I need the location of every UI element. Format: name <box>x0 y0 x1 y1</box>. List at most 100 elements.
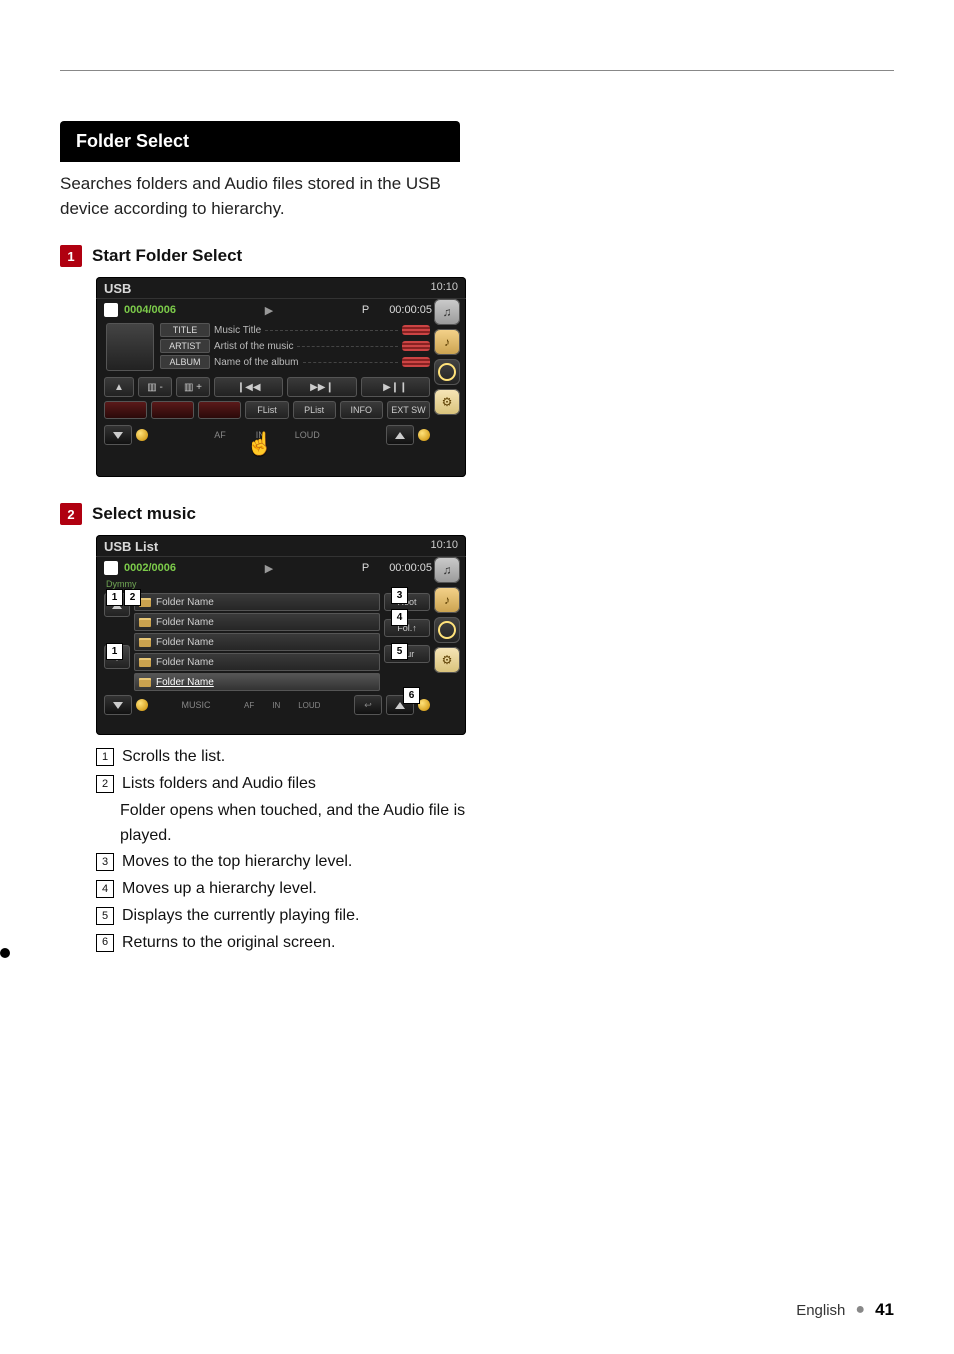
track-index: 0004/0006 <box>124 304 176 316</box>
list-item-selected[interactable]: Folder Name <box>134 673 380 691</box>
folder-plus-button[interactable]: ▥ + <box>176 377 210 397</box>
page-up-button[interactable] <box>386 425 414 445</box>
p-label: P <box>362 562 369 574</box>
callout-4: 4 <box>391 609 408 626</box>
section-description: Searches folders and Audio files stored … <box>60 172 490 221</box>
callout-1: 1 <box>106 589 123 606</box>
transport-row: ▲ ▥ - ▥ + ❙◀◀ ▶▶❙ ▶❙❙ <box>96 373 466 399</box>
info-button[interactable]: INFO <box>340 401 383 419</box>
list-item[interactable]: Folder Name <box>134 633 380 651</box>
side-icon-2[interactable]: ♪ <box>434 329 460 355</box>
step-2-title: Select music <box>92 504 196 524</box>
eject-button[interactable]: ▲ <box>104 377 134 397</box>
wave-icon <box>402 325 430 335</box>
aux-slot-3[interactable] <box>198 401 241 419</box>
in-label: IN <box>272 701 280 710</box>
plist-button[interactable]: PList <box>293 401 336 419</box>
callout-5: 5 <box>391 643 408 660</box>
music-label: MUSIC <box>182 700 211 710</box>
list-item[interactable]: Folder Name <box>134 653 380 671</box>
legend-text-6: Returns to the original screen. <box>122 931 490 956</box>
meta-area: TITLEMusic Title ARTISTArtist of the mus… <box>96 321 466 373</box>
track-info-bar: 0002/0006 ▶ P 00:00:05 <box>96 557 466 579</box>
legend: 1Scrolls the list. 2Lists folders and Au… <box>96 745 490 955</box>
screenshot-usb-list: 10:10 ♫ ♪ ⚙ USB List 0002/0006 ▶ P 00:00… <box>96 535 466 735</box>
aux-slot-1[interactable] <box>104 401 147 419</box>
step-2-number: 2 <box>60 503 82 525</box>
play-icon: ▶ <box>265 562 273 575</box>
device-icon <box>104 303 118 317</box>
side-icon-4[interactable]: ⚙ <box>434 389 460 415</box>
track-info-bar: 0004/0006 ▶ P 00:00:05 <box>96 299 466 321</box>
callout-6: 6 <box>403 687 420 704</box>
wave-icon <box>402 357 430 367</box>
af-label: AF <box>244 701 254 710</box>
legend-text-3: Moves to the top hierarchy level. <box>122 850 490 875</box>
time-label: 00:00:05 <box>389 562 432 574</box>
footer-page-number: 41 <box>875 1300 894 1320</box>
legend-text-2b: Folder opens when touched, and the Audio… <box>120 799 490 849</box>
breadcrumb: Dymmy <box>96 579 466 591</box>
legend-num-4: 4 <box>96 880 114 898</box>
wave-icon <box>402 341 430 351</box>
folder-icon <box>139 678 151 687</box>
screenshot-usb: 10:10 ♫ ♪ ⚙ USB 0004/0006 ▶ P 00:00:05 <box>96 277 466 477</box>
artist-text: Artist of the music <box>214 341 293 352</box>
page-down-button[interactable] <box>104 425 132 445</box>
list-item[interactable]: Folder Name <box>134 593 380 611</box>
section-title: Folder Select <box>60 121 460 162</box>
side-icon-3[interactable] <box>434 359 460 385</box>
next-track-button[interactable]: ▶▶❙ <box>287 377 356 397</box>
callout-2: 2 <box>124 589 141 606</box>
aux-slot-2[interactable] <box>151 401 194 419</box>
legend-text-5: Displays the currently playing file. <box>122 904 490 929</box>
margin-dot <box>0 948 10 958</box>
folder-icon <box>139 658 151 667</box>
folder-list: Folder Name Folder Name Folder Name Fold… <box>134 593 380 691</box>
flist-button[interactable]: FList <box>245 401 288 419</box>
return-button[interactable]: ↩ <box>354 695 382 715</box>
legend-text-4: Moves up a hierarchy level. <box>122 877 490 902</box>
artist-tag[interactable]: ARTIST <box>160 339 210 353</box>
footer-lang: English <box>796 1302 845 1319</box>
prev-track-button[interactable]: ❙◀◀ <box>214 377 283 397</box>
side-icon-1[interactable]: ♫ <box>434 557 460 583</box>
folder-minus-button[interactable]: ▥ - <box>138 377 172 397</box>
time-label: 00:00:05 <box>389 304 432 316</box>
legend-num-2: 2 <box>96 775 114 793</box>
album-art-placeholder <box>106 323 154 371</box>
clock-label: 10:10 <box>430 281 458 293</box>
legend-num-3: 3 <box>96 853 114 871</box>
footer-bar: AF IN LOUD <box>96 423 466 449</box>
callout-3: 3 <box>391 587 408 604</box>
af-label: AF <box>214 430 226 440</box>
side-icon-1[interactable]: ♫ <box>434 299 460 325</box>
page-footer: English ● 41 <box>796 1300 894 1320</box>
track-index: 0002/0006 <box>124 562 176 574</box>
legend-text-2a: Lists folders and Audio files <box>122 772 490 797</box>
orb-icon <box>418 429 430 441</box>
loud-label: LOUD <box>295 430 320 440</box>
play-pause-button[interactable]: ▶❙❙ <box>361 377 430 397</box>
footer-bar: 6 MUSIC AF IN LOUD ↩ <box>96 693 466 719</box>
album-tag[interactable]: ALBUM <box>160 355 210 369</box>
list-item[interactable]: Folder Name <box>134 613 380 631</box>
folder-icon <box>139 618 151 627</box>
loud-label: LOUD <box>298 701 320 710</box>
aux-row: FList PList INFO EXT SW <box>96 399 466 423</box>
side-icon-column: ♫ ♪ ⚙ <box>434 299 462 415</box>
footer-separator-icon: ● <box>855 1301 865 1319</box>
album-text: Name of the album <box>214 357 299 368</box>
clock-label: 10:10 <box>430 539 458 551</box>
usb-list-header: USB List <box>96 535 466 557</box>
page-down-button[interactable] <box>104 695 132 715</box>
usb-header: USB <box>96 277 466 299</box>
legend-num-1: 1 <box>96 748 114 766</box>
step-1-title: Start Folder Select <box>92 246 242 266</box>
step-2-header: 2 Select music <box>60 503 490 525</box>
step-1-number: 1 <box>60 245 82 267</box>
title-tag[interactable]: TITLE <box>160 323 210 337</box>
p-label: P <box>362 304 369 316</box>
extsw-button[interactable]: EXT SW <box>387 401 430 419</box>
pointer-hand-icon: ☝ <box>246 431 273 457</box>
